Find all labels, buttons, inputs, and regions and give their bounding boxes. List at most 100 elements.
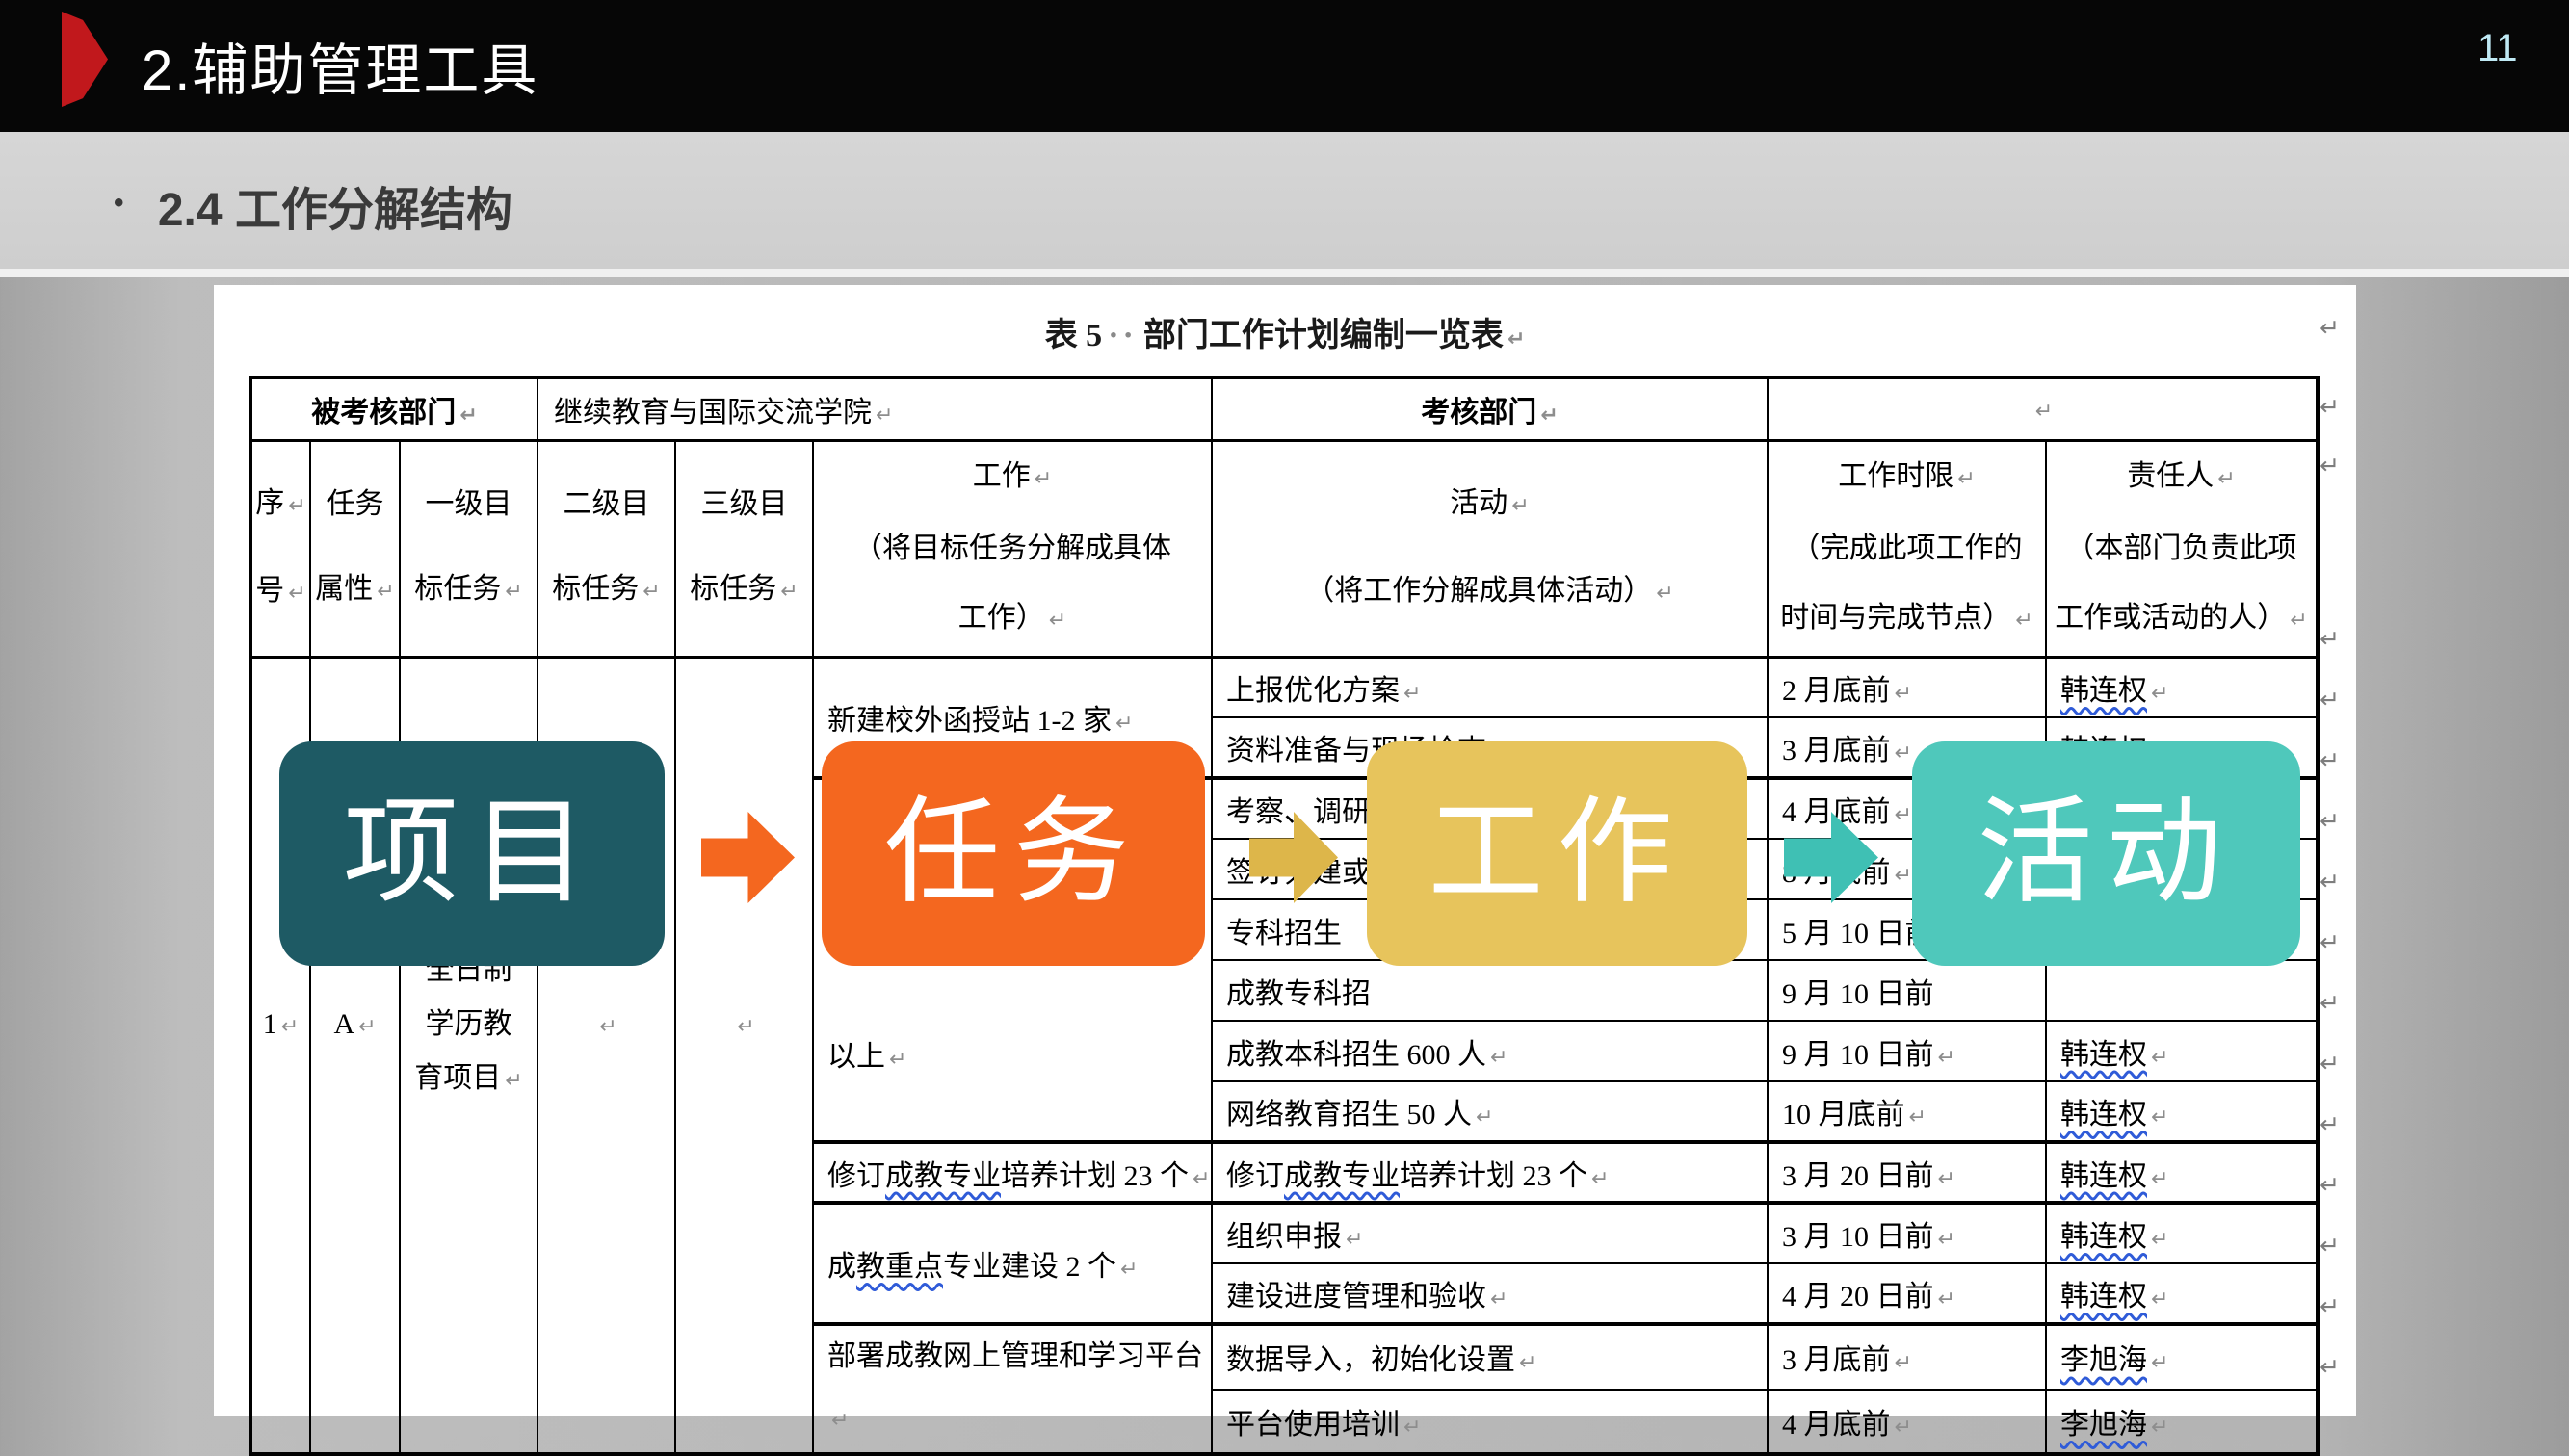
- pilcrow-mark: ↵: [2151, 1287, 2168, 1312]
- pilcrow-mark: ↵: [1049, 609, 1066, 633]
- cell-deadline-r7: 9 月 10 日前↵: [1768, 1021, 2046, 1081]
- pilcrow-mark: ↵: [2320, 1171, 2340, 1199]
- section-number: 2.4: [158, 185, 223, 236]
- pilcrow-mark: ↵: [2320, 314, 2340, 342]
- cell-owner-r6: [2046, 960, 2318, 1021]
- band-cell-0: 被考核部门↵: [250, 377, 537, 440]
- pilcrow-mark: ↵: [780, 580, 798, 604]
- wbs-box-work: 工作: [1367, 741, 1747, 966]
- pilcrow-mark: ↵: [1591, 1167, 1609, 1191]
- pilcrow-mark: ↵: [358, 1015, 376, 1039]
- pilcrow-mark: ↵: [2320, 625, 2340, 653]
- pilcrow-mark: ↵: [2151, 1351, 2168, 1375]
- bullet-icon: •: [114, 187, 124, 219]
- cell-activity-r12: 数据导入，初始化设置↵: [1212, 1324, 1768, 1390]
- pilcrow-mark: ↵: [737, 1015, 754, 1039]
- pilcrow-mark: ↵: [1938, 1287, 1955, 1312]
- pilcrow-mark: ↵: [1346, 1228, 1363, 1252]
- cell-activity-r8: 网络教育招生 50 人↵: [1212, 1081, 1768, 1142]
- cell-activity-r1: 上报优化方案↵: [1212, 657, 1768, 717]
- pilcrow-mark: ↵: [505, 580, 522, 604]
- pilcrow-mark: ↵: [1895, 741, 1912, 766]
- pilcrow-mark: ↵: [1895, 1351, 1912, 1375]
- cell-work-r10: 成教重点专业建设 2 个↵: [813, 1203, 1212, 1324]
- cell-activity-r9: 修订成教专业培养计划 23 个↵: [1212, 1142, 1768, 1203]
- pilcrow-mark: ↵: [1193, 1167, 1210, 1191]
- pilcrow-mark: ↵: [1938, 1167, 1955, 1191]
- pilcrow-mark: ↵: [2320, 1232, 2340, 1260]
- cell-activity-r10: 组织申报↵: [1212, 1203, 1768, 1263]
- pilcrow-mark: ↵: [831, 1409, 849, 1433]
- pilcrow-mark: ↵: [2015, 609, 2032, 633]
- red-flag-icon: [62, 12, 108, 107]
- pilcrow-mark: ↵: [1938, 1046, 1955, 1070]
- page-number: 11: [2477, 27, 2518, 70]
- pilcrow-mark: ↵: [1120, 1258, 1138, 1282]
- pilcrow-mark: ↵: [1540, 403, 1558, 428]
- pilcrow-mark: ↵: [377, 580, 394, 604]
- table-caption: 表 5··部门工作计划编制一览表↵: [214, 285, 2356, 376]
- section-title: • 2.4 工作分解结构: [114, 171, 512, 239]
- cell-owner-r12: 李旭海↵: [2046, 1324, 2318, 1390]
- pilcrow-mark: ↵: [2320, 746, 2340, 774]
- pilcrow-mark: ↵: [2320, 1050, 2340, 1078]
- pilcrow-mark: ↵: [2151, 1046, 2168, 1070]
- cell-deadline-r8: 10 月底前↵: [1768, 1081, 2046, 1142]
- cell-deadline-r10: 3 月 10 日前↵: [1768, 1203, 2046, 1263]
- column-header-3: 二级目标任务↵: [537, 440, 675, 657]
- cell-owner-r1: 韩连权↵: [2046, 657, 2318, 717]
- pilcrow-mark: ↵: [1476, 1105, 1493, 1130]
- cell-deadline-r1: 2 月底前↵: [1768, 657, 2046, 717]
- slide-title: 2.辅助管理工具: [142, 25, 538, 106]
- pilcrow-mark: ↵: [889, 1048, 906, 1072]
- cell-activity-r7: 成教本科招生 600 人↵: [1212, 1021, 1768, 1081]
- pilcrow-mark: ↵: [599, 1015, 616, 1039]
- pilcrow-mark: ↵: [2217, 467, 2235, 491]
- cell-deadline-r6: 9 月 10 日前: [1768, 960, 2046, 1021]
- cell-owner-r11: 韩连权↵: [2046, 1263, 2318, 1324]
- cell-owner-r8: 韩连权↵: [2046, 1081, 2318, 1142]
- column-header-5: 工作↵（将目标任务分解成具体工作）↵: [813, 440, 1212, 657]
- pilcrow-mark: ↵: [2151, 1228, 2168, 1252]
- column-header-0: 序↵号↵: [250, 440, 310, 657]
- cell-owner-r13: 李旭海↵: [2046, 1390, 2318, 1455]
- column-header-2: 一级目标任务↵: [400, 440, 537, 657]
- cell-level3-goal: ↵: [675, 657, 813, 1454]
- pilcrow-mark: ↵: [459, 403, 477, 428]
- pilcrow-mark: ↵: [2151, 682, 2168, 706]
- cell-owner-r9: 韩连权↵: [2046, 1142, 2318, 1203]
- pilcrow-mark: ↵: [281, 1015, 299, 1039]
- pilcrow-mark: ↵: [288, 582, 305, 606]
- pilcrow-mark: ↵: [1490, 1287, 1507, 1312]
- pilcrow-mark: ↵: [1403, 1416, 1421, 1440]
- column-header-7: 工作时限↵（完成此项工作的时间与完成节点）↵: [1768, 440, 2046, 657]
- pilcrow-mark: ↵: [1895, 682, 1912, 706]
- pilcrow-mark: ↵: [2320, 452, 2340, 480]
- cell-deadline-r9: 3 月 20 日前↵: [1768, 1142, 2046, 1203]
- cell-activity-r6: 成教专科招: [1212, 960, 1768, 1021]
- cell-owner-r7: 韩连权↵: [2046, 1021, 2318, 1081]
- pilcrow-mark: ↵: [1519, 1351, 1536, 1375]
- section-band-divider: [0, 269, 2569, 277]
- pilcrow-mark: ↵: [2151, 1416, 2168, 1440]
- pilcrow-mark: ↵: [1035, 467, 1052, 491]
- pilcrow-mark: ↵: [1957, 467, 1975, 491]
- pilcrow-mark: ↵: [1115, 712, 1133, 736]
- column-header-1: 任务属性↵: [310, 440, 400, 657]
- slide: 2.辅助管理工具 11 • 2.4 工作分解结构 表 5··部门工作计划编制一览…: [0, 0, 2569, 1445]
- wbs-box-task: 任务: [822, 741, 1205, 966]
- cell-owner-r10: 韩连权↵: [2046, 1203, 2318, 1263]
- pilcrow-mark: ↵: [1895, 864, 1912, 888]
- section-title-text: 工作分解结构: [235, 185, 512, 236]
- pilcrow-mark: ↵: [2320, 1110, 2340, 1138]
- pilcrow-mark: ↵: [1895, 803, 1912, 827]
- cell-deadline-r11: 4 月 20 日前↵: [1768, 1263, 2046, 1324]
- pilcrow-mark: ↵: [505, 1069, 522, 1093]
- cell-work-r9: 修订成教专业培养计划 23 个↵: [813, 1142, 1212, 1203]
- cell-deadline-r13: 4 月底前↵: [1768, 1390, 2046, 1455]
- caption-text: 部门工作计划编制一览表: [1143, 318, 1504, 353]
- column-header-6: 活动↵（将工作分解成具体活动）↵: [1212, 440, 1768, 657]
- pilcrow-mark: ↵: [1507, 327, 1525, 351]
- column-header-4: 三级目标任务↵: [675, 440, 813, 657]
- pilcrow-mark: ↵: [876, 403, 893, 428]
